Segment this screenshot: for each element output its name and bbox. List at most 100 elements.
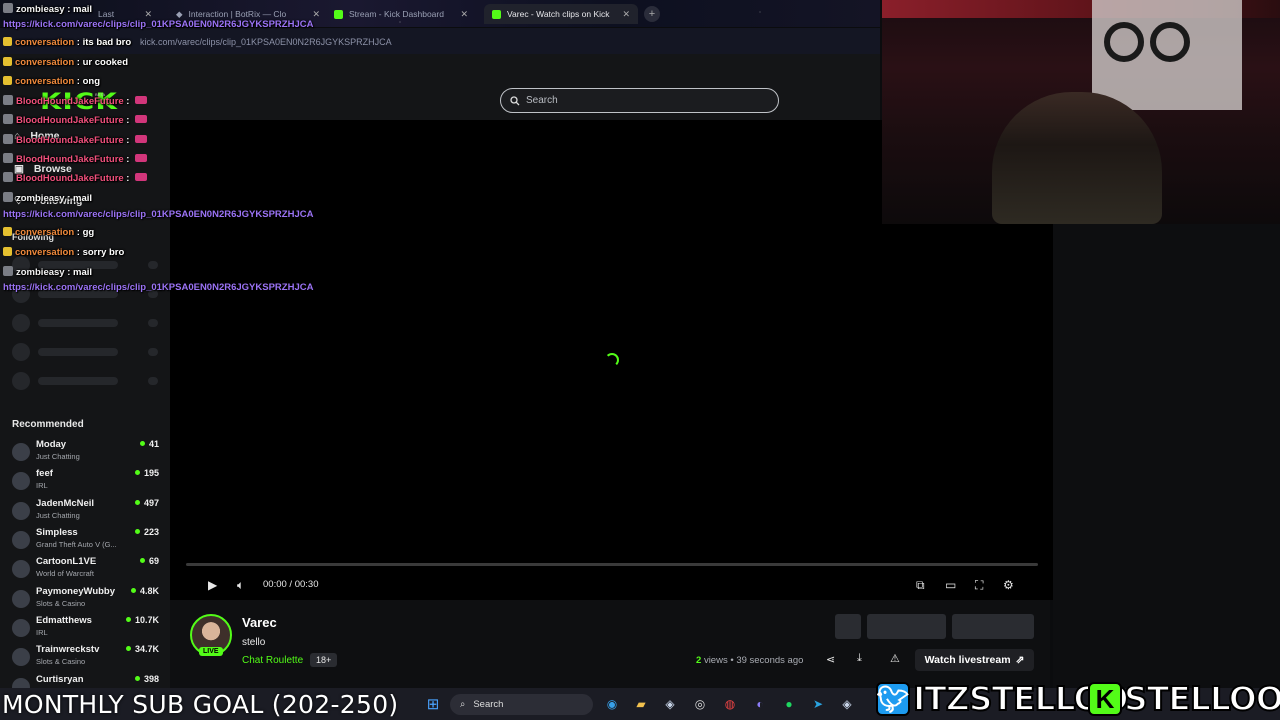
age-badge: 18+ [310,653,338,667]
chat-link[interactable]: https://kick.com/varec/clips/clip_01KPSA… [3,209,313,220]
close-icon[interactable]: ✕ [622,9,630,20]
recommended-channel[interactable]: Simpless Grand Theft Auto V (G... 223 [12,527,162,555]
windows-start-icon[interactable]: ⊞ [425,696,441,713]
telegram-icon[interactable]: ➤ [810,696,826,712]
close-icon[interactable]: ✕ [144,9,152,20]
avatar [12,560,30,578]
chat-username[interactable]: BloodHoundJakeFuture [16,135,124,146]
chat-message: conversation : ur cooked [3,57,128,68]
avatar [12,443,30,461]
taskbar-search[interactable]: ⌕ Search [450,694,593,715]
kick-favicon-icon [334,9,343,19]
mini-player-icon[interactable]: ⧉ [916,578,925,593]
right-panel [1053,224,1280,700]
emote-icon [135,135,148,143]
steam-icon[interactable]: ◈ [662,696,678,712]
file-explorer-icon[interactable]: ▰ [633,696,649,712]
recommended-channel[interactable]: Trainwreckstv Slots & Casino 34.7K [12,644,162,672]
external-link-icon: ⇗ [1015,654,1025,666]
avatar [12,472,30,490]
recommended-channel[interactable]: CartoonL1VE World of Warcraft 69 [12,556,162,584]
skeleton-row [12,343,162,361]
chat-username[interactable]: BloodHoundJakeFuture [16,115,124,126]
tab-label: Last [98,9,115,19]
recommended-channel[interactable]: JadenMcNeil Just Chatting 497 [12,498,162,526]
chat-message: zombieasy : mail [3,3,92,15]
time-display: 00:00 / 00:30 [263,579,319,590]
subscriber-badge-icon [3,247,12,256]
browser-tab-3[interactable]: Stream - Kick Dashboard ✕ [326,4,476,24]
chat-message: conversation : its bad bro [3,37,131,48]
download-icon[interactable]: ⤓ [857,652,862,665]
chat-username[interactable]: conversation [15,76,74,87]
chat-username[interactable]: zombieasy [16,267,65,278]
progress-bar[interactable] [186,563,1038,566]
chat-text: mail [73,4,93,15]
chat-username[interactable]: BloodHoundJakeFuture [16,96,124,107]
avatar [12,590,30,608]
theater-mode-icon[interactable]: ▭ [945,578,956,592]
avatar [12,531,30,549]
avatar [12,648,30,666]
chat-message: zombieasy : mail [3,192,92,204]
discord-icon[interactable]: ◐ [752,696,768,712]
subscriber-badge-icon [3,76,12,85]
recommended-channel[interactable]: Moday Just Chatting 41 [12,439,162,467]
search-input[interactable]: Search [500,88,779,113]
chat-message: conversation : gg [3,227,94,238]
new-tab-button[interactable]: + [644,6,660,22]
channel-name[interactable]: Varec [242,615,277,630]
emote-badge-icon [3,266,13,276]
category-link[interactable]: Chat Roulette [242,655,303,666]
spotify-icon[interactable]: ● [781,696,797,712]
fullscreen-icon[interactable]: ⛶ [975,578,983,593]
chat-username[interactable]: BloodHoundJakeFuture [16,173,124,184]
subscriber-badge-icon [3,57,12,66]
url-text[interactable]: kick.com/varec/clips/clip_01KPSA0EN0N2R6… [140,37,392,47]
tab-label: Stream - Kick Dashboard [349,9,444,19]
chat-username[interactable]: conversation [15,57,74,68]
chat-message: conversation : sorry bro [3,247,124,258]
emote-badge-icon [3,114,13,124]
skeleton-button [835,614,861,639]
address-bar[interactable] [0,28,880,54]
chat-link[interactable]: https://kick.com/varec/clips/clip_01KPSA… [3,282,313,293]
settings-icon[interactable]: ⚙ [1003,578,1014,592]
chat-link[interactable]: https://kick.com/varec/clips/clip_01KPSA… [3,19,313,30]
chrome-icon[interactable]: ◍ [722,696,738,712]
tab-label: Varec - Watch clips on Kick [507,9,610,19]
chat-username[interactable]: conversation [15,37,74,48]
share-icon[interactable]: ⋖ [826,653,835,666]
report-icon[interactable]: ⚠ [890,652,900,665]
kick-favicon-icon [492,9,501,19]
chat-message: conversation : ong [3,76,100,87]
watch-livestream-button[interactable]: Watch livestream ⇗ [915,649,1034,671]
play-icon[interactable]: ▶ [208,578,217,592]
recommended-title: Recommended [12,419,84,430]
chat-username[interactable]: conversation [15,247,74,258]
close-icon[interactable]: ✕ [460,9,468,20]
chat-text: ong [82,76,101,87]
loading-spinner-icon [605,353,619,367]
twitter-icon: 🐦︎ [876,682,910,716]
chat-text: its bad bro [82,37,132,48]
edge-icon[interactable]: ◉ [604,696,620,712]
recommended-channel[interactable]: Curtisryan 398 [12,674,162,696]
skeleton-button [952,614,1034,639]
obs-icon[interactable]: ◎ [692,696,708,712]
chat-message: BloodHoundJakeFuture : [3,114,148,126]
close-icon[interactable]: ✕ [312,9,320,20]
volume-icon[interactable]: 🔈︎ [237,578,244,593]
recommended-channel[interactable]: PaymoneyWubby Slots & Casino 4.8K [12,586,162,614]
browser-tab-active[interactable]: Varec - Watch clips on Kick ✕ [484,4,638,24]
chat-message: zombieasy : mail [3,266,92,278]
recommended-channel[interactable]: feef IRL 195 [12,468,162,496]
recommended-channel[interactable]: Edmatthews IRL 10.7K [12,615,162,643]
chat-username[interactable]: zombieasy [16,4,65,15]
emote-badge-icon [3,134,13,144]
chat-username[interactable]: conversation [15,227,74,238]
chat-username[interactable]: zombieasy [16,193,65,204]
steam-icon[interactable]: ◈ [839,696,855,712]
emote-icon [135,154,148,162]
chat-username[interactable]: BloodHoundJakeFuture [16,154,124,165]
